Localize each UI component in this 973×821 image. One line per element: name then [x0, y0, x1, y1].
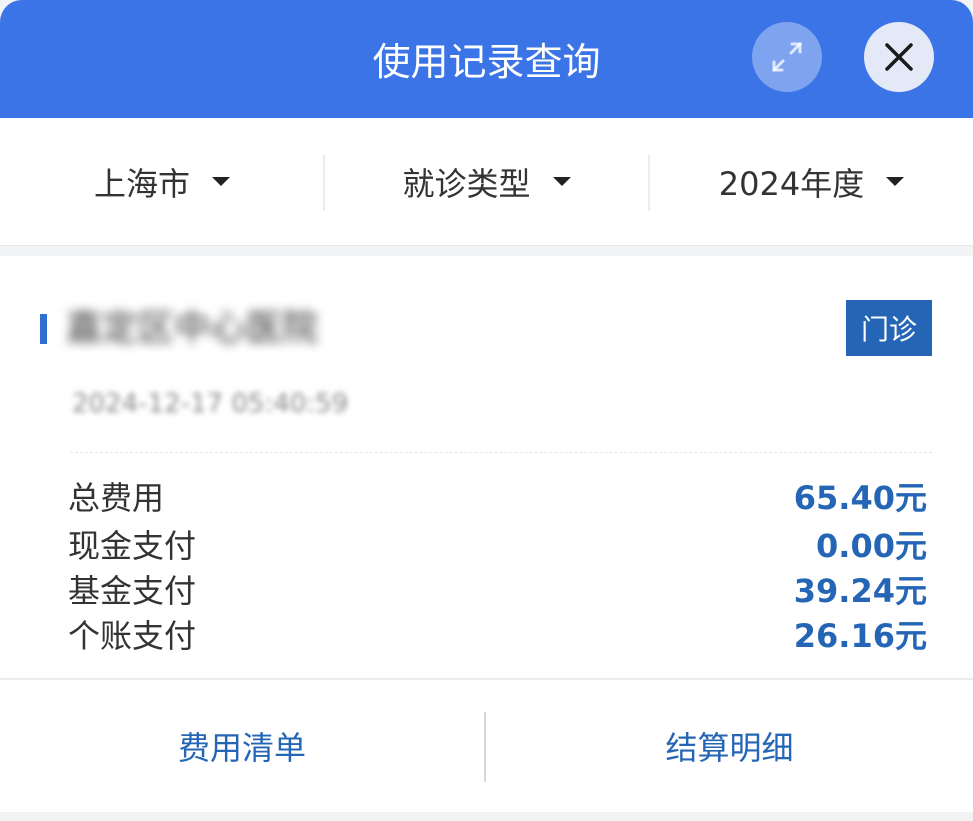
- expand-button[interactable]: [752, 22, 822, 92]
- personal-account-payment-label: 个账支付: [68, 617, 197, 655]
- hospital-name: 嘉定区中心医院: [66, 308, 319, 349]
- filter-bar: 上海市 就诊类型 2024年度: [0, 118, 973, 246]
- personal-account-payment-value: 26.16元: [793, 617, 927, 655]
- visit-time: 2024-12-17 05:40:59: [72, 389, 349, 419]
- total-fee-label: 总费用: [68, 479, 165, 517]
- expand-icon: [772, 42, 802, 72]
- caret-down-icon: [886, 177, 905, 186]
- close-icon: [885, 43, 913, 71]
- visit-type-filter-label: 就诊类型: [402, 164, 531, 203]
- visit-type-badge: 门诊: [846, 300, 932, 356]
- accent-bar: [40, 314, 47, 344]
- settlement-detail-button[interactable]: 结算明细: [486, 680, 973, 812]
- year-filter-dropdown[interactable]: 2024年度: [650, 118, 973, 245]
- cash-payment-label: 现金支付: [68, 527, 197, 565]
- fee-list-button[interactable]: 费用清单: [0, 680, 484, 812]
- cash-payment-value: 0.00元: [816, 527, 927, 565]
- dialog-title: 使用记录查询: [372, 40, 601, 84]
- record-card[interactable]: 嘉定区中心医院 门诊 2024-12-17 05:40:59 总费用 65.40…: [0, 256, 973, 812]
- total-fee-value: 65.40元: [793, 479, 927, 517]
- fund-payment-value: 39.24元: [793, 572, 927, 610]
- fund-payment-label: 基金支付: [68, 572, 197, 610]
- divider: [70, 452, 932, 453]
- dialog-header: 使用记录查询: [0, 0, 973, 118]
- close-button[interactable]: [864, 22, 934, 92]
- region-filter-label: 上海市: [93, 164, 190, 203]
- caret-down-icon: [552, 177, 571, 186]
- year-filter-label: 2024年度: [718, 164, 865, 203]
- caret-down-icon: [212, 177, 230, 186]
- visit-type-filter-dropdown[interactable]: 就诊类型: [325, 118, 648, 245]
- region-filter-dropdown[interactable]: 上海市: [0, 118, 324, 245]
